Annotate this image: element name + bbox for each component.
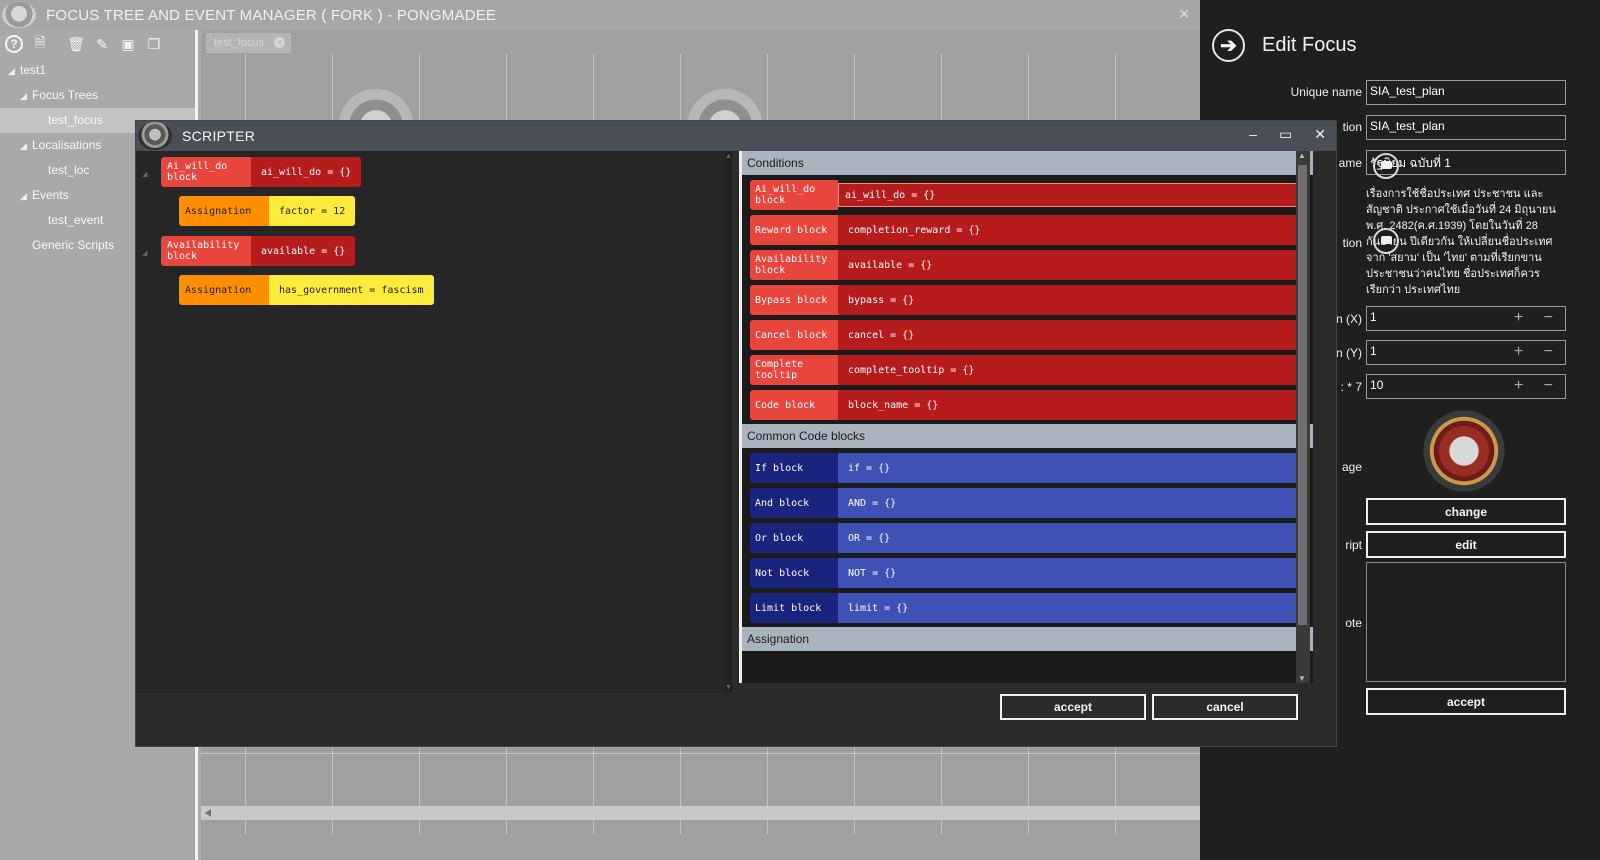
localisation-input[interactable]: SIA_test_plan: [1366, 115, 1566, 140]
minimize-icon[interactable]: –: [1249, 126, 1257, 143]
description-label: tion: [1342, 236, 1362, 250]
position-x-label: n (X): [1335, 312, 1362, 326]
unique-name-input[interactable]: SIA_test_plan: [1366, 80, 1566, 105]
close-icon[interactable]: ✕: [1314, 126, 1326, 143]
scripter-title: SCRIPTER: [182, 128, 256, 144]
edit-accept-button[interactable]: accept: [1366, 688, 1566, 715]
expand-triangle-icon[interactable]: ◢: [20, 134, 32, 159]
scripter-cancel-button[interactable]: cancel: [1152, 694, 1298, 720]
common-blocks-header: Common Code blocks: [742, 424, 1313, 448]
collapse-arrow-icon[interactable]: ◢: [142, 170, 147, 178]
position-x-input[interactable]: 1 + −: [1366, 306, 1566, 331]
position-y-label: n (Y): [1335, 346, 1362, 360]
script-label: ript: [1345, 538, 1362, 552]
cost-label: : * 7: [1340, 380, 1362, 394]
scripter-title-bar: SCRIPTER – ▭ ✕: [136, 121, 1336, 151]
main-close-icon[interactable]: ✕: [1178, 6, 1190, 23]
expand-triangle-icon[interactable]: ◢: [8, 59, 20, 84]
project-toolbar: ? 🗎 🗑 ✎ ▣ ❐: [0, 30, 195, 58]
palette-block-ai-will-do[interactable]: Ai_will_do block ai_will_do = {}: [750, 180, 1307, 210]
panel-title: Edit Focus: [1262, 34, 1357, 56]
comment-bubble-icon[interactable]: [1373, 153, 1399, 179]
stepper-plus-minus-icon[interactable]: + −: [1514, 343, 1561, 361]
palette-block-and[interactable]: And block AND = {}: [750, 488, 1307, 518]
back-arrow-icon[interactable]: ➔: [1212, 29, 1245, 62]
palette-block-or[interactable]: Or block OR = {}: [750, 523, 1307, 553]
image-label: age: [1341, 460, 1362, 474]
focus-name-label: ame: [1338, 156, 1362, 170]
copy-icon[interactable]: ❐: [145, 35, 163, 53]
scripter-logo-icon: [138, 122, 172, 150]
app-logo-icon: [2, 2, 36, 28]
position-y-input[interactable]: 1 + −: [1366, 340, 1566, 365]
expand-triangle-icon[interactable]: ◢: [20, 184, 32, 209]
scripter-dialog: SCRIPTER – ▭ ✕ ◢ Ai_will_do block ai_wil…: [136, 121, 1336, 746]
workspace-block[interactable]: Assignation factor = 12: [179, 196, 356, 226]
assignation-header: Assignation: [742, 627, 1313, 651]
palette-scrollbar[interactable]: [1296, 151, 1310, 683]
app-title: FOCUS TREE AND EVENT MANAGER ( FORK ) - …: [46, 6, 497, 24]
palette-block-cancel[interactable]: Cancel block cancel = {}: [750, 320, 1307, 350]
focus-image-icon: [1418, 405, 1510, 497]
tree-item-focus-trees[interactable]: ◢ Focus Trees: [0, 83, 195, 108]
document-tabs: test_focus ×: [201, 30, 1200, 54]
palette-block-if[interactable]: If block if = {}: [750, 453, 1307, 483]
workspace-block[interactable]: Assignation has_government = fascism: [179, 275, 434, 305]
palette-block-reward[interactable]: Reward block completion_reward = {}: [750, 215, 1307, 245]
horizontal-scrollbar[interactable]: [201, 806, 1200, 820]
workspace-block[interactable]: Availability block available = {}: [161, 236, 356, 266]
tab-close-icon[interactable]: ×: [274, 37, 285, 48]
palette-block-not[interactable]: Not block NOT = {}: [750, 558, 1307, 588]
help-icon[interactable]: ?: [5, 35, 23, 53]
expand-triangle-icon[interactable]: ◢: [20, 84, 32, 109]
workspace-scrollbar[interactable]: [725, 151, 732, 693]
main-title-bar: FOCUS TREE AND EVENT MANAGER ( FORK ) - …: [0, 0, 1200, 30]
collapse-arrow-icon[interactable]: ◢: [142, 249, 147, 257]
localisation-label: tion: [1342, 120, 1362, 134]
delete-icon[interactable]: 🗑: [67, 35, 85, 53]
tree-item-project[interactable]: ◢ test1: [0, 58, 195, 83]
tab-test-focus[interactable]: test_focus ×: [206, 33, 291, 53]
conditions-header: Conditions: [742, 151, 1313, 175]
script-workspace[interactable]: ◢ Ai_will_do block ai_will_do = {} Assig…: [136, 151, 732, 693]
palette-block-availability[interactable]: Availability block available = {}: [750, 250, 1307, 280]
rename-icon[interactable]: ▣: [119, 35, 137, 53]
unique-name-label: Unique name: [1290, 85, 1362, 99]
note-textarea[interactable]: [1366, 562, 1566, 682]
palette-block-code[interactable]: Code block block_name = {}: [750, 390, 1307, 420]
cost-input[interactable]: 10 + −: [1366, 374, 1566, 399]
stepper-plus-minus-icon[interactable]: + −: [1514, 309, 1561, 327]
scripter-accept-button[interactable]: accept: [1000, 694, 1146, 720]
scrollbar-thumb[interactable]: [1298, 165, 1307, 625]
workspace-block[interactable]: Ai_will_do block ai_will_do = {}: [161, 157, 362, 187]
change-image-button[interactable]: change: [1366, 498, 1566, 525]
comment-bubble-icon[interactable]: [1373, 228, 1399, 254]
stepper-plus-minus-icon[interactable]: + −: [1514, 377, 1561, 395]
note-label: ote: [1345, 616, 1362, 630]
block-palette: Conditions Ai_will_do block ai_will_do =…: [739, 151, 1313, 683]
palette-block-limit[interactable]: Limit block limit = {}: [750, 593, 1307, 623]
palette-block-complete-tooltip[interactable]: Complete tooltip complete_tooltip = {}: [750, 355, 1307, 385]
edit-script-button[interactable]: edit: [1366, 531, 1566, 558]
new-file-icon[interactable]: 🗎: [31, 34, 49, 53]
edit-icon[interactable]: ✎: [93, 35, 111, 53]
palette-block-bypass[interactable]: Bypass block bypass = {}: [750, 285, 1307, 315]
maximize-icon[interactable]: ▭: [1279, 126, 1292, 143]
